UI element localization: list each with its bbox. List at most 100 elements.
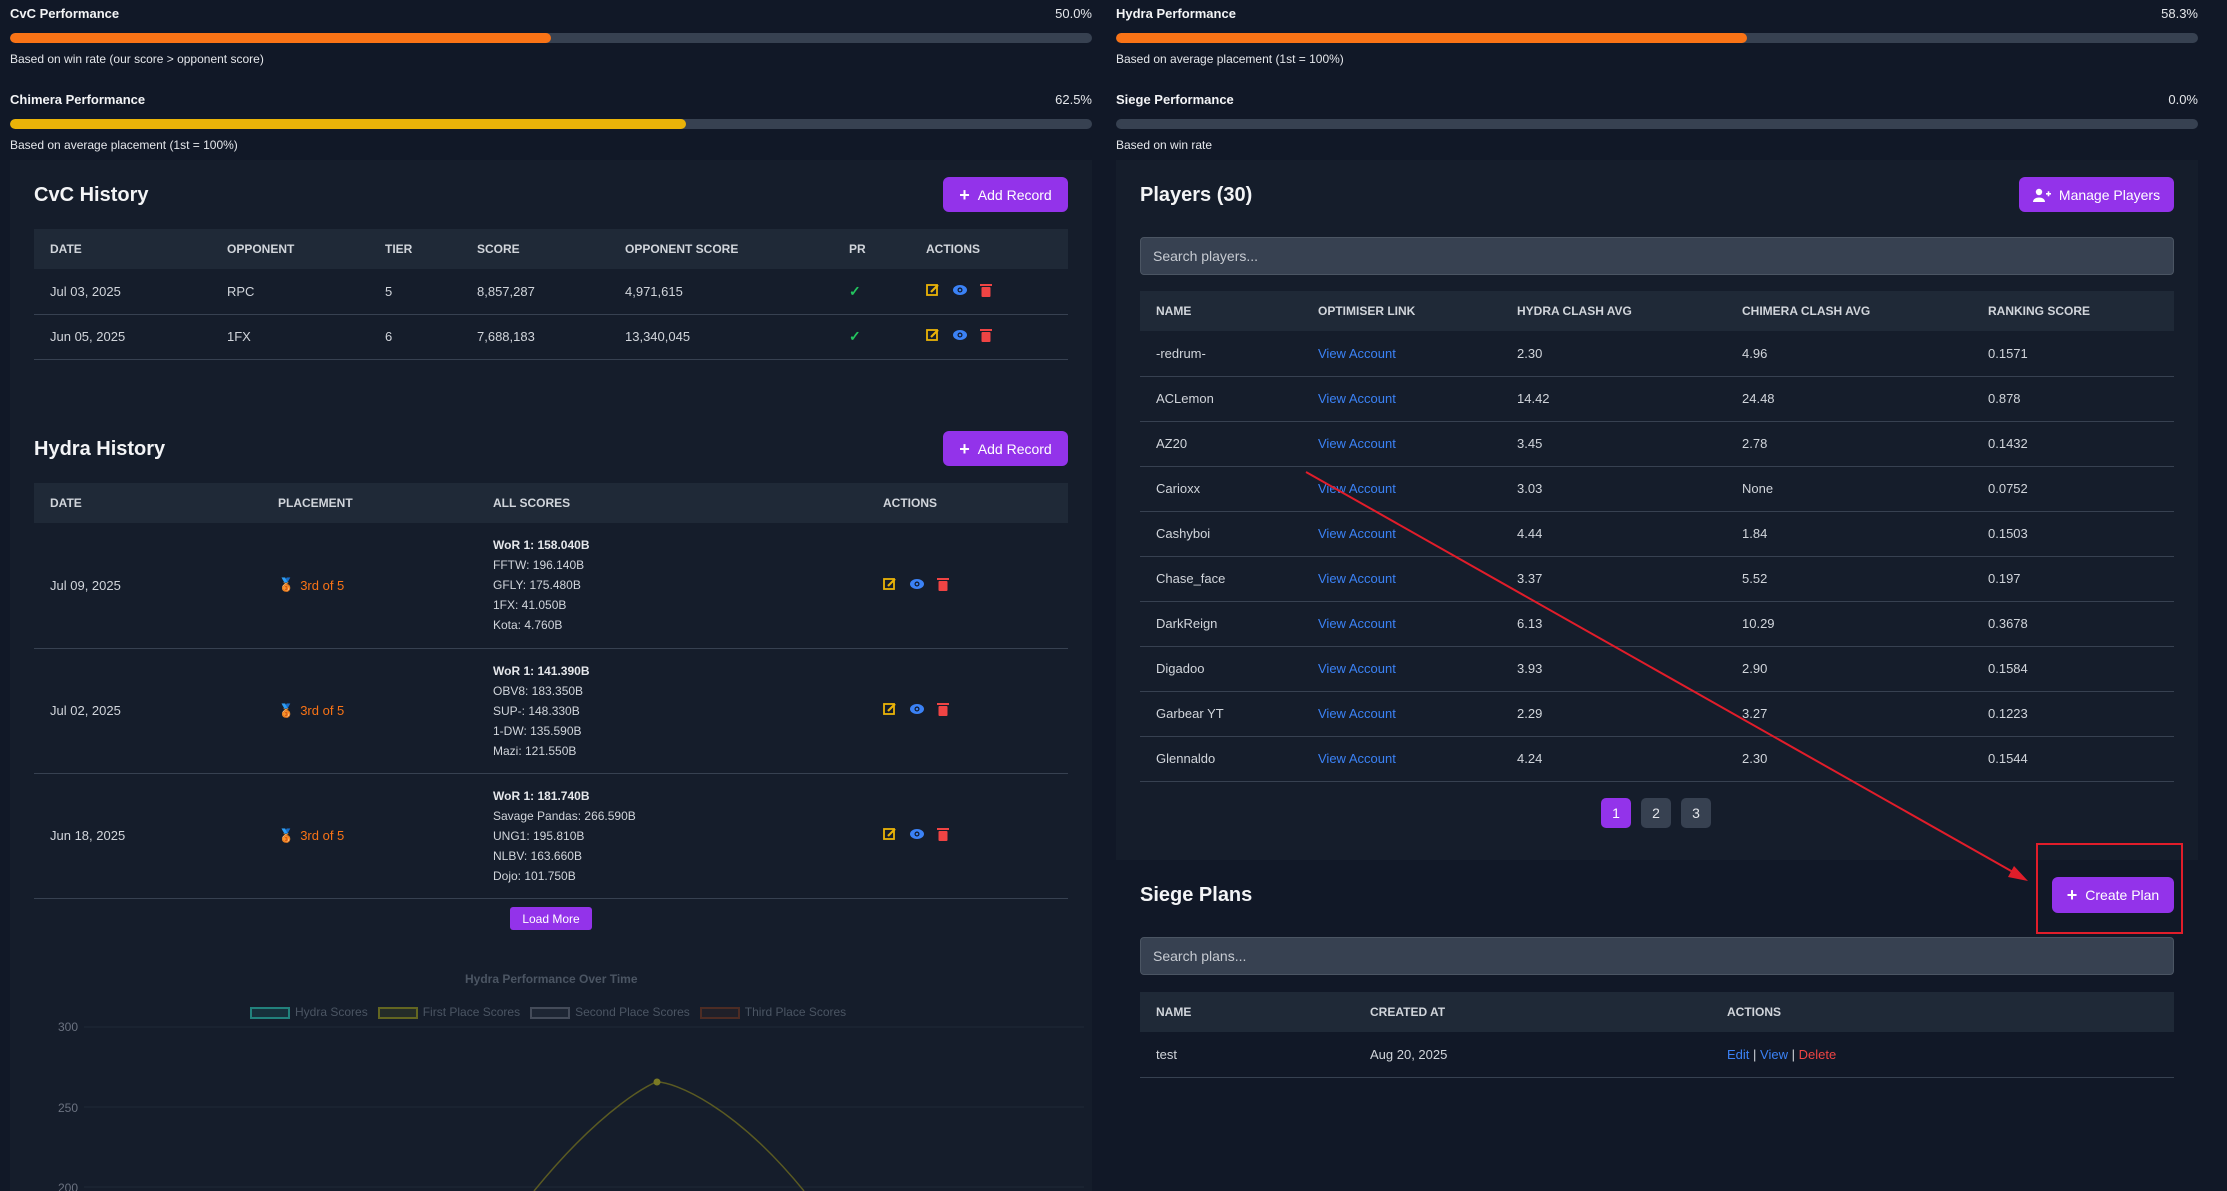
view-account-link[interactable]: View Account bbox=[1318, 751, 1396, 766]
cvc-add-record-button[interactable]: + Add Record bbox=[943, 177, 1068, 212]
separator: | bbox=[1791, 1046, 1796, 1062]
data-point bbox=[653, 1078, 661, 1086]
edit-icon[interactable] bbox=[926, 328, 940, 342]
manage-players-button[interactable]: Manage Players bbox=[2019, 177, 2174, 212]
page-button-2[interactable]: 2 bbox=[1641, 798, 1671, 828]
edit-icon[interactable] bbox=[883, 702, 897, 716]
search-players-input[interactable] bbox=[1140, 237, 2174, 275]
perf-track bbox=[1116, 119, 2198, 129]
table-header: Date Placement All Scores Actions bbox=[34, 483, 1068, 523]
view-account-link[interactable]: View Account bbox=[1318, 661, 1396, 676]
delete-icon[interactable] bbox=[980, 328, 992, 342]
legend-label: First Place Scores bbox=[422, 1005, 521, 1019]
view-account-link[interactable]: View Account bbox=[1318, 481, 1396, 496]
search-plans-input[interactable] bbox=[1140, 937, 2174, 975]
cell-name: -redrum- bbox=[1140, 331, 1302, 377]
edit-icon[interactable] bbox=[926, 283, 940, 297]
col-actions: Actions bbox=[926, 242, 980, 256]
score-line: WoR 1: 181.740B bbox=[493, 788, 590, 803]
view-plan-link[interactable]: View bbox=[1760, 1047, 1788, 1062]
cell-rank: 0.3678 bbox=[1972, 601, 2174, 647]
button-label: Add Record bbox=[977, 440, 1052, 457]
view-icon[interactable] bbox=[909, 577, 925, 591]
plus-icon: + bbox=[959, 184, 970, 205]
col-hydra-avg: Hydra Clash Avg bbox=[1517, 304, 1632, 318]
load-more-button[interactable]: Load More bbox=[510, 907, 592, 930]
delete-icon[interactable] bbox=[937, 577, 949, 591]
cell-opponent: RPC bbox=[211, 269, 369, 315]
col-created-at: Created At bbox=[1370, 1005, 1446, 1019]
cell-chimera: None bbox=[1726, 466, 1972, 512]
cell-name: DarkReign bbox=[1140, 601, 1302, 647]
perf-title: Siege Performance bbox=[1116, 92, 1234, 107]
cell-name: Garbear YT bbox=[1140, 691, 1302, 737]
col-score: Score bbox=[477, 242, 520, 256]
col-tier: Tier bbox=[385, 242, 413, 256]
cell-hydra: 4.44 bbox=[1501, 511, 1726, 557]
delete-plan-link[interactable]: Delete bbox=[1799, 1047, 1837, 1062]
view-account-link[interactable]: View Account bbox=[1318, 526, 1396, 541]
cell-date: Jul 02, 2025 bbox=[34, 648, 262, 774]
cell-hydra: 2.29 bbox=[1501, 691, 1726, 737]
delete-icon[interactable] bbox=[937, 827, 949, 841]
delete-icon[interactable] bbox=[937, 702, 949, 716]
chimera-performance: Chimera Performance 62.5% Based on averag… bbox=[10, 92, 1092, 152]
cell-rank: 0.1432 bbox=[1972, 421, 2174, 467]
table-row: Digadoo View Account 3.93 2.90 0.1584 bbox=[1140, 646, 2174, 692]
y-tick-label: 200 bbox=[58, 1181, 79, 1191]
hydra-add-record-button[interactable]: + Add Record bbox=[943, 431, 1068, 466]
placement: 🥉 3rd of 5 bbox=[278, 577, 344, 593]
legend-swatch bbox=[377, 1006, 418, 1019]
edit-icon[interactable] bbox=[883, 577, 897, 591]
col-opponent: Opponent bbox=[227, 242, 295, 256]
view-account-link[interactable]: View Account bbox=[1318, 391, 1396, 406]
placement: 🥉 3rd of 5 bbox=[278, 703, 344, 719]
view-account-link[interactable]: View Account bbox=[1318, 436, 1396, 451]
page-button-1[interactable]: 1 bbox=[1601, 798, 1631, 828]
legend-swatch bbox=[530, 1006, 571, 1019]
score-line: Kota: 4.760B bbox=[493, 618, 563, 633]
cell-rank: 0.878 bbox=[1972, 376, 2174, 422]
view-account-link[interactable]: View Account bbox=[1318, 346, 1396, 361]
view-account-link[interactable]: View Account bbox=[1318, 706, 1396, 721]
edit-plan-link[interactable]: Edit bbox=[1727, 1047, 1749, 1062]
col-chimera-avg: Chimera Clash Avg bbox=[1742, 304, 1871, 318]
score-line: Dojo: 101.750B bbox=[493, 868, 576, 883]
cell-chimera: 24.48 bbox=[1726, 376, 1972, 422]
view-account-link[interactable]: View Account bbox=[1318, 571, 1396, 586]
score-line: NLBV: 163.660B bbox=[493, 848, 582, 863]
cell-rank: 0.1544 bbox=[1972, 736, 2174, 782]
view-icon[interactable] bbox=[909, 702, 925, 716]
delete-icon[interactable] bbox=[980, 283, 992, 297]
legend-label: Second Place Scores bbox=[575, 1005, 690, 1019]
edit-icon[interactable] bbox=[883, 827, 897, 841]
perf-fill bbox=[10, 33, 551, 43]
col-date: Date bbox=[50, 242, 82, 256]
col-name: Name bbox=[1156, 1005, 1192, 1019]
view-icon[interactable] bbox=[909, 827, 925, 841]
cell-hydra: 4.24 bbox=[1501, 736, 1726, 782]
siege-performance: Siege Performance 0.0% Based on win rate bbox=[1116, 92, 2198, 152]
cell-created: Aug 20, 2025 bbox=[1354, 1032, 1711, 1078]
table-row: Jun 18, 2025 🥉 3rd of 5 WoR 1: 181.740B S… bbox=[34, 773, 1068, 899]
col-ranking-score: Ranking Score bbox=[1988, 304, 2091, 318]
cell-name: Carioxx bbox=[1140, 466, 1302, 512]
cvc-title: CvC History bbox=[34, 184, 149, 206]
table-header: Name Optimiser Link Hydra Clash Avg Chim… bbox=[1140, 291, 2174, 331]
view-account-link[interactable]: View Account bbox=[1318, 616, 1396, 631]
page-button-3[interactable]: 3 bbox=[1681, 798, 1711, 828]
separator: | bbox=[1753, 1046, 1757, 1062]
siege-title: Siege Plans bbox=[1140, 884, 1253, 906]
cell-opponent: 1FX bbox=[211, 314, 369, 360]
perf-value: 50.0% bbox=[1055, 6, 1092, 21]
check-icon: ✓ bbox=[849, 328, 861, 344]
view-icon[interactable] bbox=[952, 328, 968, 342]
score-line: OBV8: 183.350B bbox=[493, 683, 584, 698]
score-line: FFTW: 196.140B bbox=[493, 558, 585, 573]
legend-label: Hydra Scores bbox=[295, 1005, 368, 1019]
cell-chimera: 3.27 bbox=[1726, 691, 1972, 737]
col-opponent-score: Opponent Score bbox=[625, 242, 739, 256]
view-icon[interactable] bbox=[952, 283, 968, 297]
col-actions: Actions bbox=[1727, 1005, 1781, 1019]
medal-icon: 🥉 bbox=[278, 827, 295, 843]
